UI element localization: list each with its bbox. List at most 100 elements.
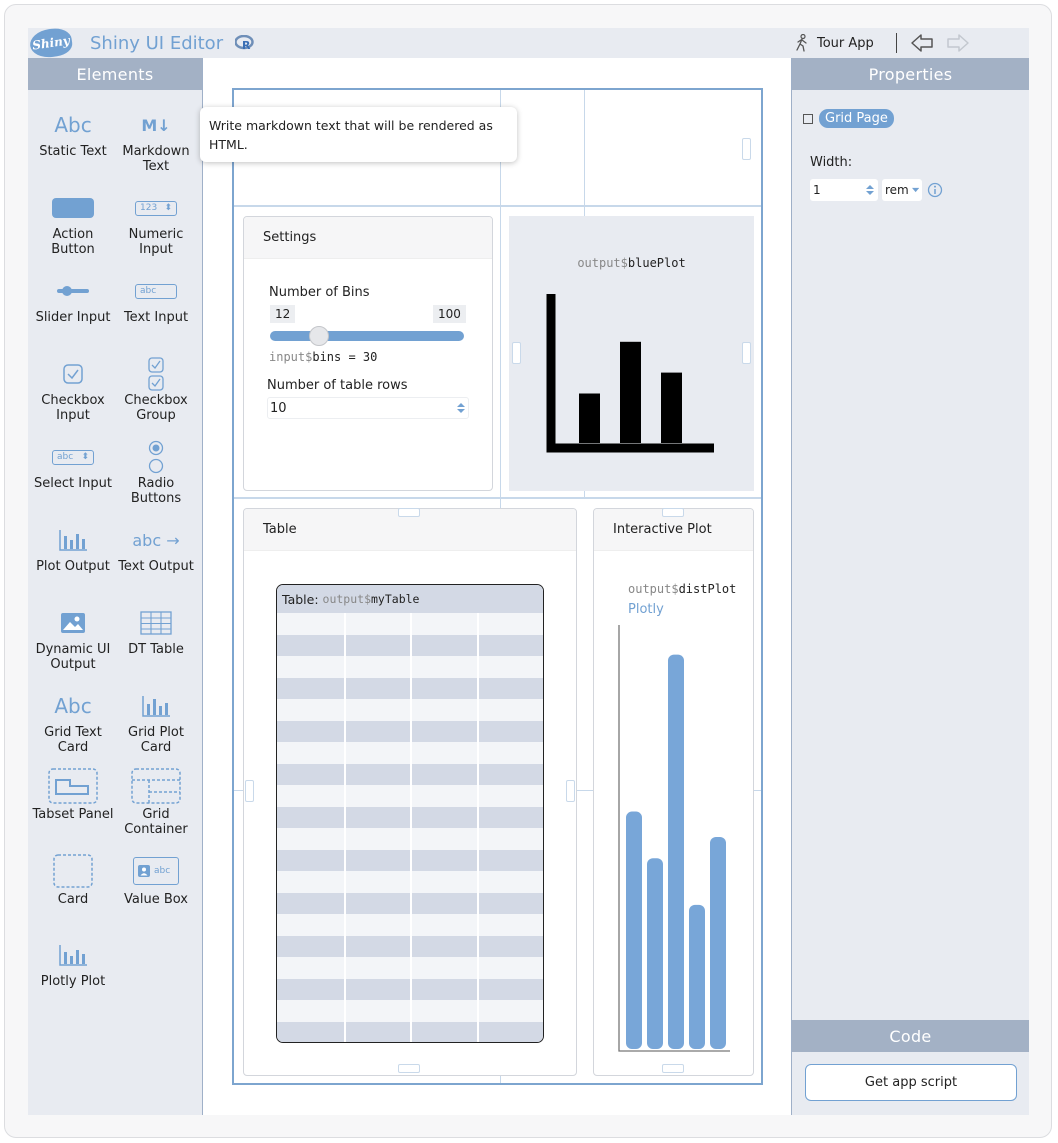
- element-numeric-input[interactable]: 123 ⬍ Numeric Input: [115, 191, 197, 257]
- info-icon[interactable]: [927, 182, 943, 198]
- element-label: DT Table: [128, 642, 184, 657]
- element-action-button[interactable]: Action Button: [32, 191, 114, 257]
- element-tabset-panel[interactable]: Tabset Panel: [32, 767, 114, 822]
- grid-text-card-icon: Abc: [54, 693, 92, 718]
- unit-select[interactable]: rem: [882, 179, 922, 201]
- r-logo-icon[interactable]: R: [235, 35, 255, 51]
- resize-handle[interactable]: [566, 780, 575, 802]
- plotly-bar[interactable]: [710, 837, 726, 1049]
- element-plot-output[interactable]: Plot Output: [32, 523, 114, 574]
- text-output-icon: abc →: [132, 530, 180, 550]
- node-path: Grid Page: [803, 109, 894, 128]
- element-label: Card: [57, 892, 89, 907]
- redo-arrow-icon[interactable]: [946, 33, 970, 53]
- element-value-box[interactable]: abc Value Box: [115, 852, 197, 907]
- table-col-divider: [476, 871, 479, 893]
- get-app-script-button[interactable]: Get app script: [805, 1064, 1017, 1101]
- checkbox-icon: [63, 364, 83, 384]
- table-col-divider: [476, 763, 479, 785]
- blue-plot-bar: [579, 393, 600, 443]
- resize-handle[interactable]: [398, 1064, 420, 1073]
- spinner-icon[interactable]: [865, 183, 875, 197]
- table-col-divider: [410, 828, 412, 850]
- element-dt-table[interactable]: DT Table: [115, 606, 197, 657]
- element-select-input[interactable]: abc ⬍ Select Input: [32, 440, 114, 491]
- table-row: [277, 892, 543, 914]
- element-label: Tabset Panel: [32, 807, 114, 822]
- table-col-divider: [476, 806, 479, 828]
- element-plotly-plot[interactable]: Plotly Plot: [32, 938, 114, 989]
- element-static-text[interactable]: Abc Static Text: [32, 108, 114, 160]
- table-row: [277, 806, 543, 828]
- code-header: Code: [792, 1020, 1029, 1052]
- resize-handle[interactable]: [662, 1064, 684, 1073]
- element-dynamic-ui-output[interactable]: Dynamic UI Output: [32, 606, 114, 672]
- table-col-divider: [343, 914, 346, 936]
- table-output: Table: output$ myTable: [276, 584, 544, 1043]
- slider-thumb[interactable]: [308, 326, 329, 346]
- element-checkbox-input[interactable]: Checkbox Input: [32, 357, 114, 423]
- table-col-divider: [476, 892, 479, 914]
- table-col-divider: [343, 742, 346, 764]
- resize-handle[interactable]: [512, 342, 521, 364]
- blue-plot-bar: [620, 341, 641, 443]
- element-text-input[interactable]: abc Text Input: [115, 274, 197, 325]
- element-text-output[interactable]: abc → Text Output: [115, 523, 197, 574]
- blue-plot-chart: [546, 294, 714, 453]
- table-rows-input[interactable]: 10: [267, 397, 469, 419]
- app-root: Shiny Shiny UI Editor R Tour App Element…: [28, 26, 1029, 1115]
- grid-page[interactable]: Settings Number of Bins 12 100 input$bin…: [232, 88, 763, 1085]
- resize-handle[interactable]: [245, 780, 254, 802]
- checkbox-group-icon: [148, 357, 164, 391]
- element-markdown-text[interactable]: M↓ Markdown Text: [115, 108, 197, 174]
- slider-track[interactable]: [270, 331, 464, 341]
- plotly-bar[interactable]: [647, 858, 663, 1049]
- table-col-divider: [343, 978, 346, 1000]
- element-slider-input[interactable]: Slider Input: [32, 274, 114, 325]
- element-grid-plot-card[interactable]: Grid Plot Card: [115, 689, 197, 755]
- table-row: [277, 935, 543, 957]
- plotly-bar[interactable]: [626, 811, 642, 1049]
- resize-handle[interactable]: [742, 342, 751, 364]
- element-radio-buttons[interactable]: Radio Buttons: [115, 440, 197, 506]
- table-col-divider: [410, 634, 412, 656]
- undo-arrow-icon[interactable]: [910, 33, 934, 53]
- tour-app-button[interactable]: Tour App: [795, 34, 874, 52]
- table-row: [277, 871, 543, 893]
- svg-text:R: R: [242, 39, 251, 51]
- node-checkbox[interactable]: [803, 113, 813, 124]
- table-col-divider: [476, 828, 479, 850]
- resize-handle[interactable]: [662, 508, 684, 517]
- plotly-bar[interactable]: [668, 654, 684, 1049]
- table-row: [277, 785, 543, 807]
- shiny-logo: Shiny: [28, 26, 74, 60]
- app-header: Shiny Shiny UI Editor R Tour App: [28, 26, 1029, 60]
- plotly-bar[interactable]: [689, 904, 705, 1049]
- element-checkbox-group[interactable]: Checkbox Group: [115, 357, 197, 423]
- resize-handle[interactable]: [398, 508, 420, 517]
- table-row: [277, 1021, 543, 1042]
- table-col-divider: [476, 1021, 479, 1042]
- walking-person-icon: [796, 34, 807, 52]
- value-box-icon: abc: [133, 857, 179, 885]
- element-grid-text-card[interactable]: Abc Grid Text Card: [32, 689, 114, 756]
- interactive-plot-card: Interactive Plot output$distPlot Plotly: [593, 508, 754, 1076]
- resize-handle[interactable]: [742, 138, 751, 160]
- properties-panel: Properties Grid Page Width: 1 rem Code G…: [792, 58, 1029, 1115]
- spinner-icon[interactable]: [456, 401, 466, 415]
- element-grid-container[interactable]: Grid Container: [115, 767, 197, 837]
- header-divider: [896, 33, 897, 53]
- image-icon: [61, 613, 85, 633]
- properties-header: Properties: [792, 58, 1029, 90]
- table-col-divider: [343, 1021, 346, 1042]
- table-col-divider: [476, 720, 479, 742]
- table-col-divider: [343, 699, 346, 721]
- grid-page-badge[interactable]: Grid Page: [819, 109, 894, 128]
- slider-max: 100: [433, 305, 466, 323]
- table-row: [277, 742, 543, 764]
- element-card[interactable]: Card: [32, 852, 114, 907]
- table-col-divider: [410, 849, 412, 871]
- table-row: [277, 677, 543, 699]
- width-input[interactable]: 1: [810, 179, 878, 201]
- table-col-divider: [476, 742, 479, 764]
